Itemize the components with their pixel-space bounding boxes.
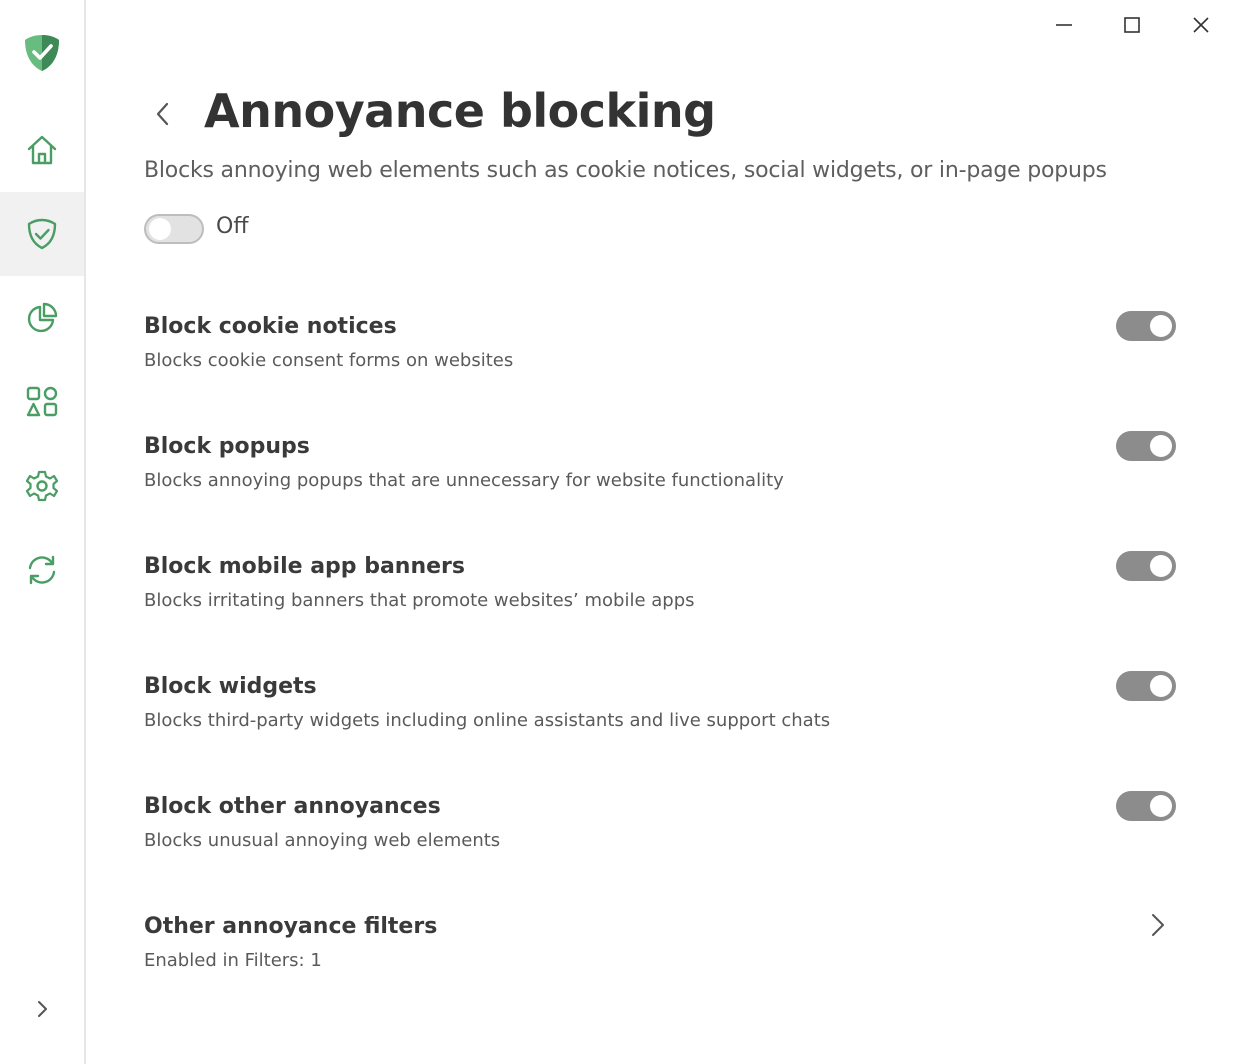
- setting-row-mobile-app-banners: Block mobile app banners Blocks irritati…: [144, 551, 1184, 634]
- shield-check-icon: [27, 218, 57, 250]
- setting-title: Block widgets: [144, 674, 317, 699]
- setting-title: Block popups: [144, 434, 310, 459]
- minimize-icon: [1056, 24, 1072, 26]
- setting-title: Block mobile app banners: [144, 554, 465, 579]
- toggle-knob: [1150, 675, 1172, 697]
- toggle-knob: [1150, 315, 1172, 337]
- setting-description: Enabled in Filters: 1: [144, 950, 322, 971]
- chevron-right-icon: [38, 1001, 47, 1017]
- sidebar-expand-button[interactable]: [0, 984, 84, 1034]
- maximize-button[interactable]: [1106, 6, 1158, 44]
- setting-description: Blocks cookie consent forms on websites: [144, 350, 514, 371]
- setting-title: Block other annoyances: [144, 794, 441, 819]
- other-annoyances-toggle[interactable]: [1116, 791, 1176, 821]
- gear-icon: [25, 470, 59, 502]
- close-button[interactable]: [1175, 6, 1227, 44]
- annoyance-blocking-toggle[interactable]: [144, 214, 204, 244]
- chevron-left-icon: [156, 102, 169, 126]
- toggle-knob: [1150, 435, 1172, 457]
- shield-check-logo-icon: [22, 33, 62, 73]
- cookie-notices-toggle[interactable]: [1116, 311, 1176, 341]
- setting-description: Blocks third-party widgets including onl…: [144, 710, 831, 731]
- maximize-icon: [1124, 17, 1140, 33]
- widgets-toggle[interactable]: [1116, 671, 1176, 701]
- apps-shapes-icon: [26, 386, 58, 417]
- popups-toggle[interactable]: [1116, 431, 1176, 461]
- setting-description: Blocks irritating banners that promote w…: [144, 590, 695, 611]
- sidebar-item-protection[interactable]: [0, 192, 84, 276]
- sync-icon: [28, 555, 56, 585]
- setting-row-widgets: Block widgets Blocks third-party widgets…: [144, 671, 1184, 754]
- toggle-knob: [1150, 795, 1172, 817]
- sidebar-item-settings[interactable]: [0, 444, 84, 528]
- setting-description: Blocks annoying popups that are unnecess…: [144, 470, 784, 491]
- setting-title: Other annoyance filters: [144, 914, 438, 939]
- page-title: Annoyance blocking: [204, 84, 716, 138]
- sidebar-item-home[interactable]: [0, 108, 84, 192]
- sidebar: [0, 0, 86, 1064]
- sidebar-item-apps[interactable]: [0, 360, 84, 444]
- other-annoyance-filters-link[interactable]: Other annoyance filters Enabled in Filte…: [144, 914, 1184, 994]
- setting-row-other-annoyances: Block other annoyances Blocks unusual an…: [144, 791, 1184, 874]
- chevron-right-icon: [1144, 910, 1172, 940]
- setting-description: Blocks unusual annoying web elements: [144, 830, 501, 851]
- page-description: Blocks annoying web elements such as coo…: [144, 158, 1107, 183]
- setting-title: Block cookie notices: [144, 314, 397, 339]
- setting-row-cookie-notices: Block cookie notices Blocks cookie conse…: [144, 311, 1184, 394]
- toggle-knob: [1150, 555, 1172, 577]
- setting-row-popups: Block popups Blocks annoying popups that…: [144, 431, 1184, 514]
- master-toggle-label: Off: [216, 214, 249, 239]
- sidebar-item-updates[interactable]: [0, 528, 84, 612]
- sidebar-item-statistics[interactable]: [0, 276, 84, 360]
- back-button[interactable]: [146, 96, 180, 132]
- home-icon: [27, 135, 57, 165]
- minimize-button[interactable]: [1038, 6, 1090, 44]
- mobile-app-banners-toggle[interactable]: [1116, 551, 1176, 581]
- close-icon: [1193, 17, 1209, 33]
- toggle-knob: [149, 218, 171, 240]
- pie-chart-icon: [27, 302, 58, 333]
- app-window: Annoyance blocking Blocks annoying web e…: [0, 0, 1236, 1064]
